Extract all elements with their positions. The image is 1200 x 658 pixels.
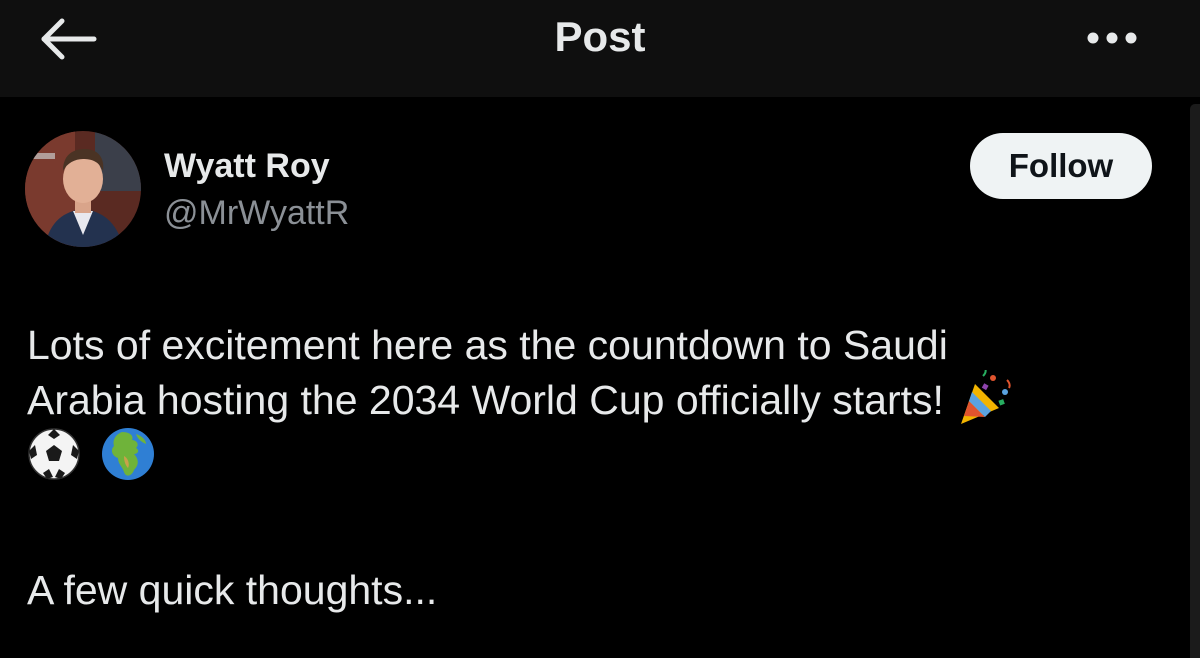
post-text-segment: Lots of excitement here as the countdown…: [27, 322, 948, 368]
author-name[interactable]: Wyatt Roy: [164, 145, 330, 187]
post-body: Lots of excitement here as the countdown…: [27, 318, 1147, 483]
post-text-line: Arabia hosting the 2034 World Cup offici…: [27, 370, 1147, 428]
page-title: Post: [554, 13, 646, 60]
more-horizontal-icon: [1084, 26, 1140, 50]
post-text-segment: Arabia hosting the 2034 World Cup offici…: [27, 377, 944, 423]
header-bar: Post: [0, 0, 1200, 97]
post-screen: Post Wyatt Roy @MrWyattR Follow Lots of …: [0, 0, 1200, 658]
party-popper-icon: [955, 370, 1013, 428]
post-text-line: A few quick thoughts...: [27, 567, 438, 613]
post-text-line: Lots of excitement here as the countdown…: [27, 318, 1147, 373]
follow-button[interactable]: Follow: [970, 133, 1152, 199]
avatar[interactable]: [25, 131, 141, 247]
scrollbar[interactable]: [1190, 104, 1200, 658]
author-handle[interactable]: @MrWyattR: [164, 192, 349, 234]
soccer-ball-icon: [27, 427, 81, 481]
globe-europe-africa-icon: [100, 426, 156, 482]
more-options-button[interactable]: [1084, 26, 1140, 50]
post-emoji-line: [27, 428, 1147, 483]
